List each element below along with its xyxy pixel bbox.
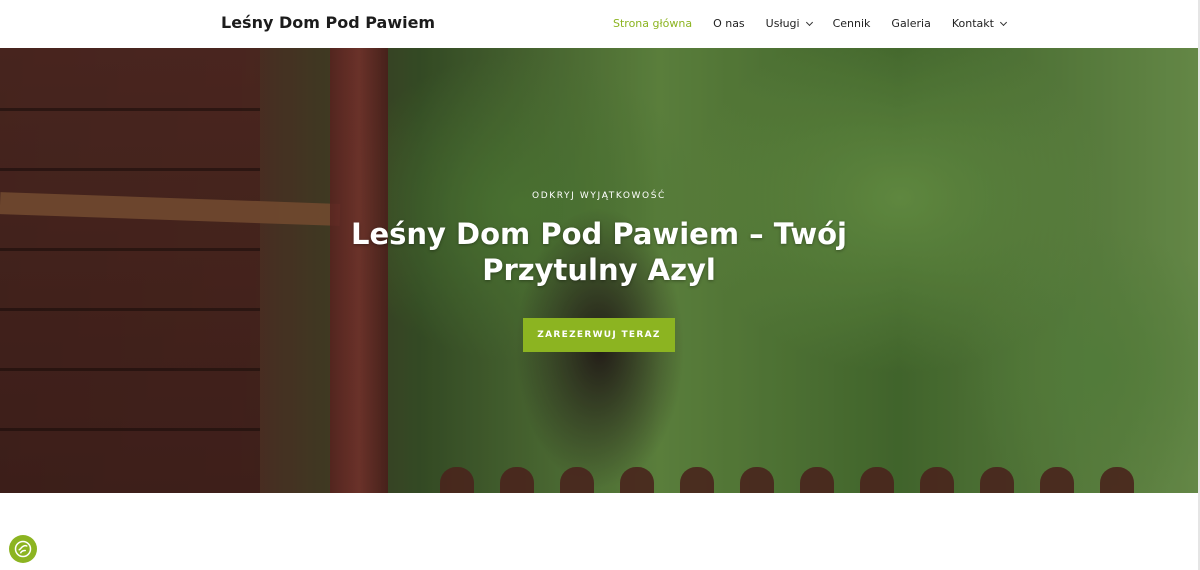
nav-item-pricing[interactable]: Cennik	[833, 17, 871, 30]
nav-item-label: Strona główna	[613, 17, 693, 30]
hero-eyebrow: ODKRYJ WYJĄTKOWOŚĆ	[532, 191, 666, 201]
nav-item-services[interactable]: Usługi	[765, 17, 813, 30]
site-header: Leśny Dom Pod Pawiem Strona główna O nas…	[0, 0, 1200, 48]
nav-item-label: Cennik	[832, 17, 871, 30]
main-nav: Strona główna O nas Usługi Cennik Galeri…	[613, 17, 1007, 30]
nav-item-label: Usługi	[765, 17, 800, 30]
hero-title: Leśny Dom Pod Pawiem – Twój Przytulny Az…	[350, 217, 847, 287]
nav-item-home[interactable]: Strona główna	[613, 17, 692, 30]
hero-section: ODKRYJ WYJĄTKOWOŚĆ Leśny Dom Pod Pawiem …	[0, 48, 1198, 493]
book-now-button[interactable]: ZAREZERWUJ TERAZ	[523, 318, 675, 352]
nav-item-label: Galeria	[891, 17, 931, 30]
nav-item-contact[interactable]: Kontakt	[951, 17, 1007, 30]
nav-item-gallery[interactable]: Galeria	[891, 17, 930, 30]
chevron-down-icon	[805, 18, 813, 26]
nav-item-label: Kontakt	[951, 17, 994, 30]
chevron-down-icon	[999, 18, 1007, 26]
nav-item-about[interactable]: O nas	[713, 17, 745, 30]
hero-content: ODKRYJ WYJĄTKOWOŚĆ Leśny Dom Pod Pawiem …	[0, 48, 1198, 493]
nav-item-label: O nas	[713, 17, 745, 30]
site-logo[interactable]: Leśny Dom Pod Pawiem	[221, 13, 435, 32]
cookie-consent-button[interactable]	[9, 535, 37, 563]
cookie-consent-icon	[14, 540, 32, 558]
